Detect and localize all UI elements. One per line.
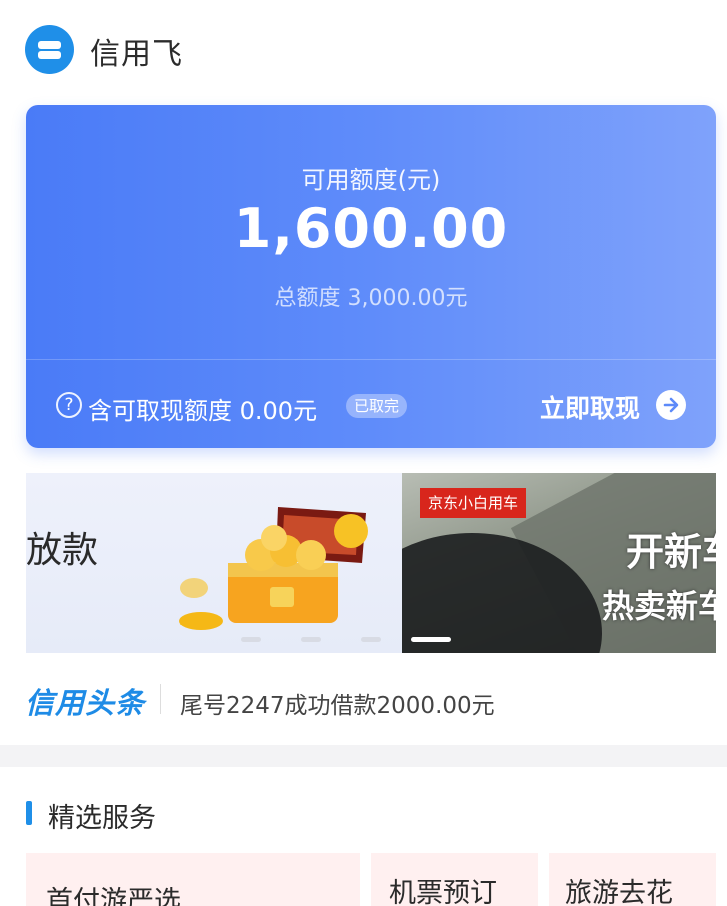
promo-banner-carousel[interactable]: 放款 京东小白用车 开新车 热卖新车	[26, 473, 716, 653]
app-header: 信用飞	[0, 0, 727, 100]
credit-limit-card[interactable]: 可用额度(元) 1,600.00 总额度 3,000.00元 ? 含可取现额度 …	[26, 105, 716, 448]
section-divider	[0, 745, 727, 767]
service-label: 首付游严选	[46, 886, 181, 906]
cash-limit-label: 含可取现额度 0.00元	[88, 397, 318, 425]
card-icon	[25, 25, 74, 74]
carousel-indicator[interactable]	[361, 637, 381, 642]
cash-status-badge: 已取完	[346, 394, 408, 418]
service-card-flight[interactable]: 机票预订	[371, 853, 538, 906]
service-card-travel[interactable]: 旅游去花	[549, 853, 716, 906]
car-promo-subtitle: 热卖新车	[602, 587, 716, 625]
news-divider	[160, 684, 161, 714]
news-title: 信用头条	[25, 686, 146, 720]
car-promo-tag: 京东小白用车	[420, 488, 527, 518]
carousel-indicator-active[interactable]	[411, 637, 451, 642]
treasure-chest-icon	[179, 507, 368, 630]
banner-slide-car[interactable]: 京东小白用车 开新车 热卖新车	[402, 473, 716, 653]
available-credit-label: 可用额度(元)	[301, 166, 441, 194]
card-divider	[26, 359, 716, 360]
page: 信用飞 可用额度(元) 1,600.00 总额度 3,000.00元 ? 含可取…	[0, 0, 727, 906]
services-header: 精选服务	[0, 767, 727, 852]
arrow-right-circle-icon[interactable]	[656, 390, 686, 420]
car-promo-title: 开新车	[626, 530, 716, 574]
total-credit-label: 总额度 3,000.00元	[274, 286, 468, 311]
question-circle-icon[interactable]: ?	[56, 392, 82, 418]
section-accent-bar	[26, 801, 32, 825]
banner-slide-loan[interactable]: 放款	[26, 473, 402, 653]
service-label: 机票预订	[389, 878, 497, 906]
banner-slide-text: 放款	[26, 530, 99, 571]
withdraw-button-label[interactable]: 立即取现	[540, 389, 640, 425]
service-label: 旅游去花	[565, 878, 673, 906]
carousel-indicator[interactable]	[301, 637, 321, 642]
carousel-indicator[interactable]	[241, 637, 261, 642]
service-card-down-payment[interactable]: 首付游严选	[26, 853, 360, 906]
news-text[interactable]: 尾号2247成功借款2000.00元	[180, 686, 495, 720]
credit-news-ticker[interactable]: 信用头条 尾号2247成功借款2000.00元	[0, 670, 727, 730]
services-title: 精选服务	[48, 803, 156, 834]
available-credit-amount: 1,600.00	[233, 197, 509, 260]
app-title: 信用飞	[90, 37, 183, 72]
